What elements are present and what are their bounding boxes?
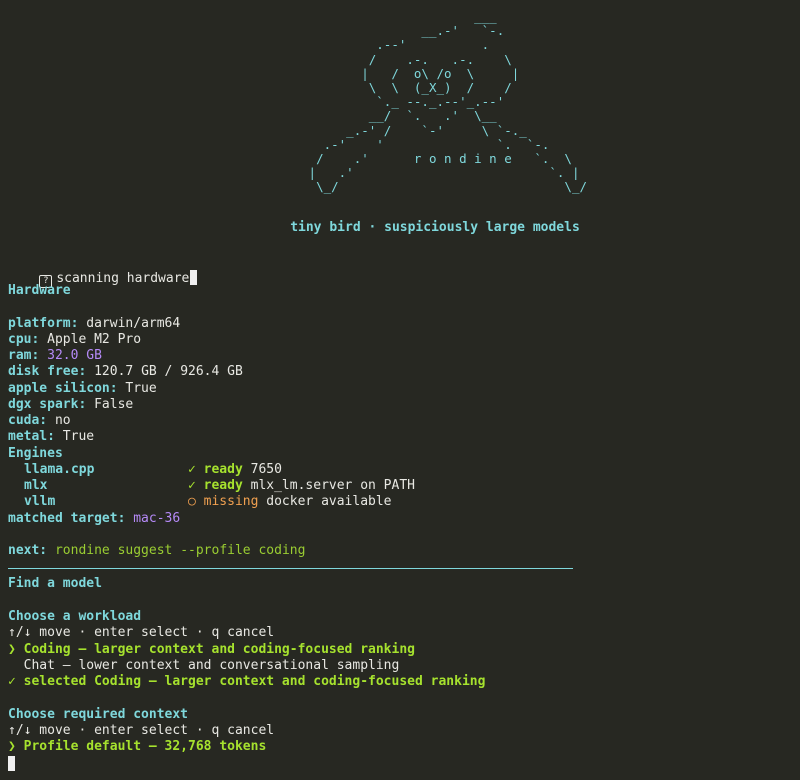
rondine-ascii-logo: ___ __.-' `-. .--' . / .-. .-. \ | / o\ … (308, 9, 587, 195)
next-command-row: next: rondine suggest --profile coding (8, 543, 306, 558)
workload-option-chat[interactable]: Chat — lower context and conversational … (8, 658, 400, 674)
tagline: tiny bird · suspiciously large models (290, 220, 580, 235)
platform-row: platform: darwin/arm64 (8, 316, 181, 331)
hardware-title: Hardware (8, 283, 71, 298)
text-cursor (190, 270, 198, 285)
context-hint: ↑/↓ move · enter select · q cancel (8, 723, 275, 738)
cuda-row: cuda: no (8, 413, 71, 428)
status-text: scanning hardware (56, 271, 190, 286)
engine-row-vllm: vllm ○ missing docker available (24, 494, 392, 509)
workload-option-coding[interactable]: ❯ Coding — larger context and coding-foc… (8, 642, 415, 658)
dgx-row: dgx spark: False (8, 397, 134, 412)
workload-hint: ↑/↓ move · enter select · q cancel (8, 625, 275, 640)
engines-title: Engines (8, 446, 63, 461)
prompt-cursor-line (8, 756, 15, 773)
workload-selected: ✓ selected Coding — larger context and c… (8, 674, 486, 689)
section-divider (8, 568, 573, 569)
engine-row-mlx: mlx ✓ ready mlx_lm.server on PATH (24, 478, 415, 493)
terminal-window[interactable]: ___ __.-' `-. .--' . / .-. .-. \ | / o\ … (0, 0, 800, 780)
disk-row: disk free: 120.7 GB / 926.4 GB (8, 364, 243, 379)
matched-target-row: matched target: mac-36 (8, 511, 181, 526)
cpu-row: cpu: Apple M2 Pro (8, 332, 142, 347)
apple-silicon-row: apple silicon: True (8, 381, 157, 396)
engine-row-llama: llama.cpp ✓ ready 7650 (24, 462, 282, 477)
metal-row: metal: True (8, 429, 95, 444)
text-cursor (8, 756, 15, 771)
context-option-default[interactable]: ❯ Profile default — 32,768 tokens (8, 739, 266, 755)
workload-title: Choose a workload (8, 609, 142, 624)
find-model-title: Find a model (8, 576, 102, 591)
ram-row: ram: 32.0 GB (8, 348, 102, 363)
context-title: Choose required context (8, 707, 189, 722)
